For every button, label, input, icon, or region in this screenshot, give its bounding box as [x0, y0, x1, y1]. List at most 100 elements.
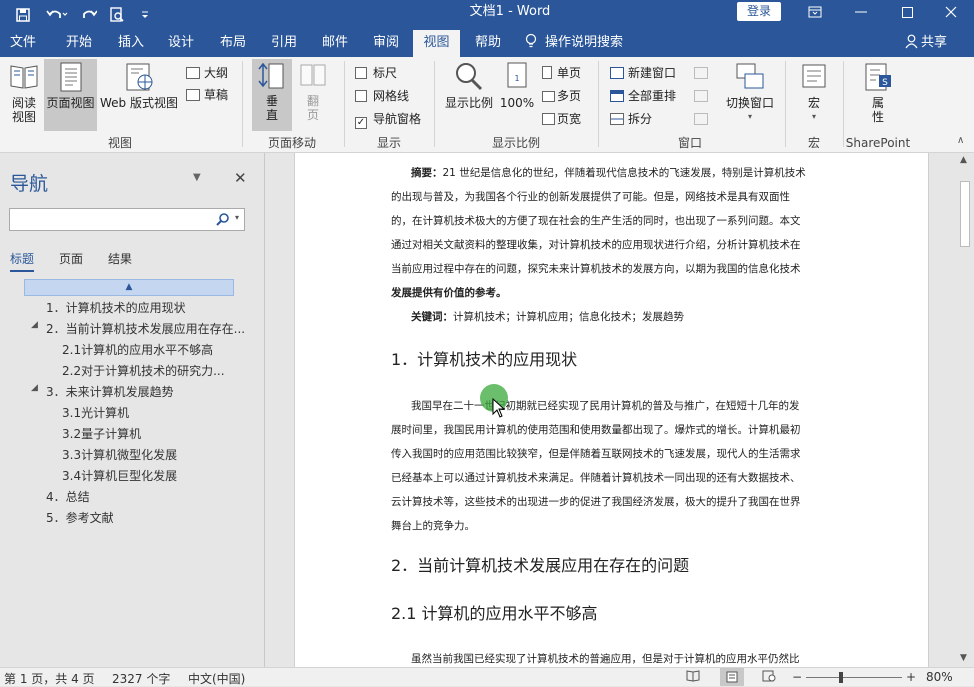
abstract-paragraph[interactable]: 摘要：21 世纪是信息化的世纪，伴随着现代信息技术的飞速发展，特别是计算机技术 …	[391, 161, 829, 329]
zoom-button[interactable]: 显示比例	[442, 61, 496, 110]
split-button[interactable]: 拆分	[610, 109, 652, 129]
zoom-percent[interactable]: 80%	[926, 670, 953, 684]
split-label: 拆分	[628, 112, 653, 126]
vertical-scrollbar[interactable]: ▲ ▼	[956, 153, 974, 667]
word-count[interactable]: 2327 个字	[112, 670, 170, 687]
zoom-100-button[interactable]: 1 100%	[498, 61, 536, 110]
vertical-button[interactable]: 垂 直	[252, 59, 292, 131]
customize-icon[interactable]	[132, 0, 158, 30]
nav-pane-checkbox[interactable]: ✓ 导航窗格	[355, 109, 421, 129]
nav-heading-item[interactable]: 4．总结	[46, 488, 90, 505]
side-to-side-label: 翻 页	[306, 94, 319, 122]
tab-home[interactable]: 开始	[56, 30, 102, 57]
nav-heading-item[interactable]: 3.2量子计算机	[62, 425, 141, 442]
redo-icon[interactable]	[76, 0, 102, 30]
one-page-button[interactable]: 单页	[542, 63, 581, 83]
document-area[interactable]: 摘要：21 世纪是信息化的世纪，伴随着现代信息技术的飞速发展，特别是计算机技术 …	[266, 153, 956, 667]
page-count[interactable]: 第 1 页，共 4 页	[4, 670, 95, 687]
mouse-cursor-icon	[492, 397, 506, 421]
tab-layout[interactable]: 布局	[210, 30, 256, 57]
minimize-icon[interactable]	[838, 0, 884, 24]
nav-tab-pages[interactable]: 页面	[59, 250, 83, 267]
nav-heading-item[interactable]: 2．当前计算机技术发展应用在存在...	[46, 320, 245, 337]
nav-heading-item[interactable]: 3.4计算机巨型化发展	[62, 467, 177, 484]
print-layout-status-icon[interactable]	[720, 668, 744, 686]
scroll-down-icon[interactable]: ▼	[960, 653, 967, 663]
collapse-triangle-icon[interactable]: ◢	[31, 383, 38, 393]
zoom-out-icon[interactable]: −	[792, 670, 802, 684]
share-button[interactable]: 共享	[905, 30, 965, 57]
tab-help[interactable]: 帮助	[465, 30, 511, 57]
tab-view[interactable]: 视图	[413, 30, 460, 57]
collapse-triangle-icon[interactable]: ◢	[31, 320, 38, 330]
language-indicator[interactable]: 中文(中国)	[188, 670, 245, 687]
nav-close-icon[interactable]: ✕	[234, 169, 247, 187]
collapse-ribbon-icon[interactable]: ∧	[957, 135, 964, 146]
arrange-all-button[interactable]: 全部重排	[610, 86, 676, 106]
gridlines-label: 网格线	[373, 89, 410, 103]
tab-review[interactable]: 审阅	[363, 30, 409, 57]
tab-insert[interactable]: 插入	[108, 30, 154, 57]
nav-heading-top-bar[interactable]: ▲	[24, 279, 234, 296]
read-mode-status-icon[interactable]	[686, 670, 700, 685]
heading-2-1[interactable]: 2.1 计算机的应用水平不够高	[391, 600, 598, 624]
new-window-button[interactable]: 新建窗口	[610, 63, 676, 83]
tell-me-search[interactable]: 操作说明搜索	[525, 30, 635, 57]
zoom-slider-track[interactable]	[806, 677, 902, 678]
body-paragraph[interactable]: 虽然当前我国已经实现了计算机技术的普遍应用，但是对于计算机的应用水平仍然比	[391, 647, 829, 667]
macros-icon	[802, 64, 826, 88]
tab-references[interactable]: 引用	[261, 30, 307, 57]
nav-heading-item[interactable]: 5．参考文献	[46, 509, 114, 526]
group-label-show: 显示	[376, 136, 401, 150]
scroll-up-icon[interactable]: ▲	[960, 155, 967, 165]
scrollbar-thumb[interactable]	[960, 181, 970, 247]
nav-heading-item[interactable]: 3．未来计算机发展趋势	[46, 383, 174, 400]
nav-heading-item[interactable]: 2.2对于计算机技术的研究力...	[62, 362, 225, 379]
multiple-pages-button[interactable]: 多页	[542, 86, 581, 106]
zoom-slider-thumb[interactable]	[839, 672, 843, 683]
search-dropdown-icon[interactable]: ▾	[235, 213, 239, 222]
magnifier-icon	[456, 63, 483, 91]
heading-2[interactable]: 2．当前计算机技术发展应用在存在的问题	[391, 552, 689, 576]
tab-file[interactable]: 文件	[0, 30, 46, 57]
print-layout-label: 页面视图	[46, 96, 95, 110]
nav-heading-item[interactable]: 2.1计算机的应用水平不够高	[62, 341, 213, 358]
read-mode-button[interactable]: 阅读 视图	[4, 61, 44, 124]
status-bar: 第 1 页，共 4 页 2327 个字 中文(中国) − + 80%	[0, 667, 974, 686]
close-icon[interactable]	[928, 0, 974, 24]
multiple-pages-label: 多页	[557, 89, 582, 103]
nav-search-input[interactable]: ▾	[9, 208, 245, 231]
nav-options-icon[interactable]: ▼	[193, 172, 201, 183]
document-page[interactable]: 摘要：21 世纪是信息化的世纪，伴随着现代信息技术的飞速发展，特别是计算机技术 …	[294, 153, 929, 667]
properties-button[interactable]: S 属 性	[858, 61, 898, 124]
properties-label: 属 性	[871, 96, 884, 124]
nav-tab-headings[interactable]: 标题	[10, 250, 34, 267]
abstract-line: 通过对相关文献资料的整理收集，对计算机技术的应用现状进行介绍，分析计算机技术在	[391, 239, 801, 251]
nav-heading-item[interactable]: 3.3计算机微型化发展	[62, 446, 177, 463]
page-width-button[interactable]: 页宽	[542, 109, 581, 129]
nav-tab-results[interactable]: 结果	[108, 250, 132, 267]
search-icon[interactable]	[216, 212, 230, 229]
maximize-icon[interactable]	[884, 0, 930, 24]
body-paragraph[interactable]: 我国早在二十一世纪初期就已经实现了民用计算机的普及与推广，在短短十几年的发 展时…	[391, 394, 829, 538]
ruler-checkbox[interactable]: 标尺	[355, 63, 397, 83]
tab-mailings[interactable]: 邮件	[312, 30, 358, 57]
gridlines-checkbox[interactable]: 网格线	[355, 86, 409, 106]
zoom-in-icon[interactable]: +	[906, 670, 916, 684]
switch-windows-button[interactable]: 切换窗口 ▾	[722, 61, 778, 124]
nav-heading-item[interactable]: 1．计算机技术的应用现状	[46, 299, 186, 316]
ribbon-display-icon[interactable]	[792, 0, 838, 24]
macros-button[interactable]: 宏 ▾	[794, 61, 834, 124]
web-layout-button[interactable]: Web 版式视图	[98, 61, 180, 110]
save-icon[interactable]	[10, 0, 36, 30]
print-layout-button[interactable]: 页面视图	[44, 59, 97, 131]
login-button[interactable]: 登录	[737, 2, 781, 21]
nav-heading-item[interactable]: 3.1光计算机	[62, 404, 129, 421]
draft-button[interactable]: 草稿	[186, 85, 228, 105]
web-layout-status-icon[interactable]	[762, 670, 776, 685]
heading-1[interactable]: 1．计算机技术的应用现状	[391, 346, 577, 370]
undo-icon[interactable]	[42, 0, 72, 30]
outline-button[interactable]: 大纲	[186, 63, 228, 83]
tab-design[interactable]: 设计	[158, 30, 204, 57]
print-preview-icon[interactable]	[104, 0, 130, 30]
